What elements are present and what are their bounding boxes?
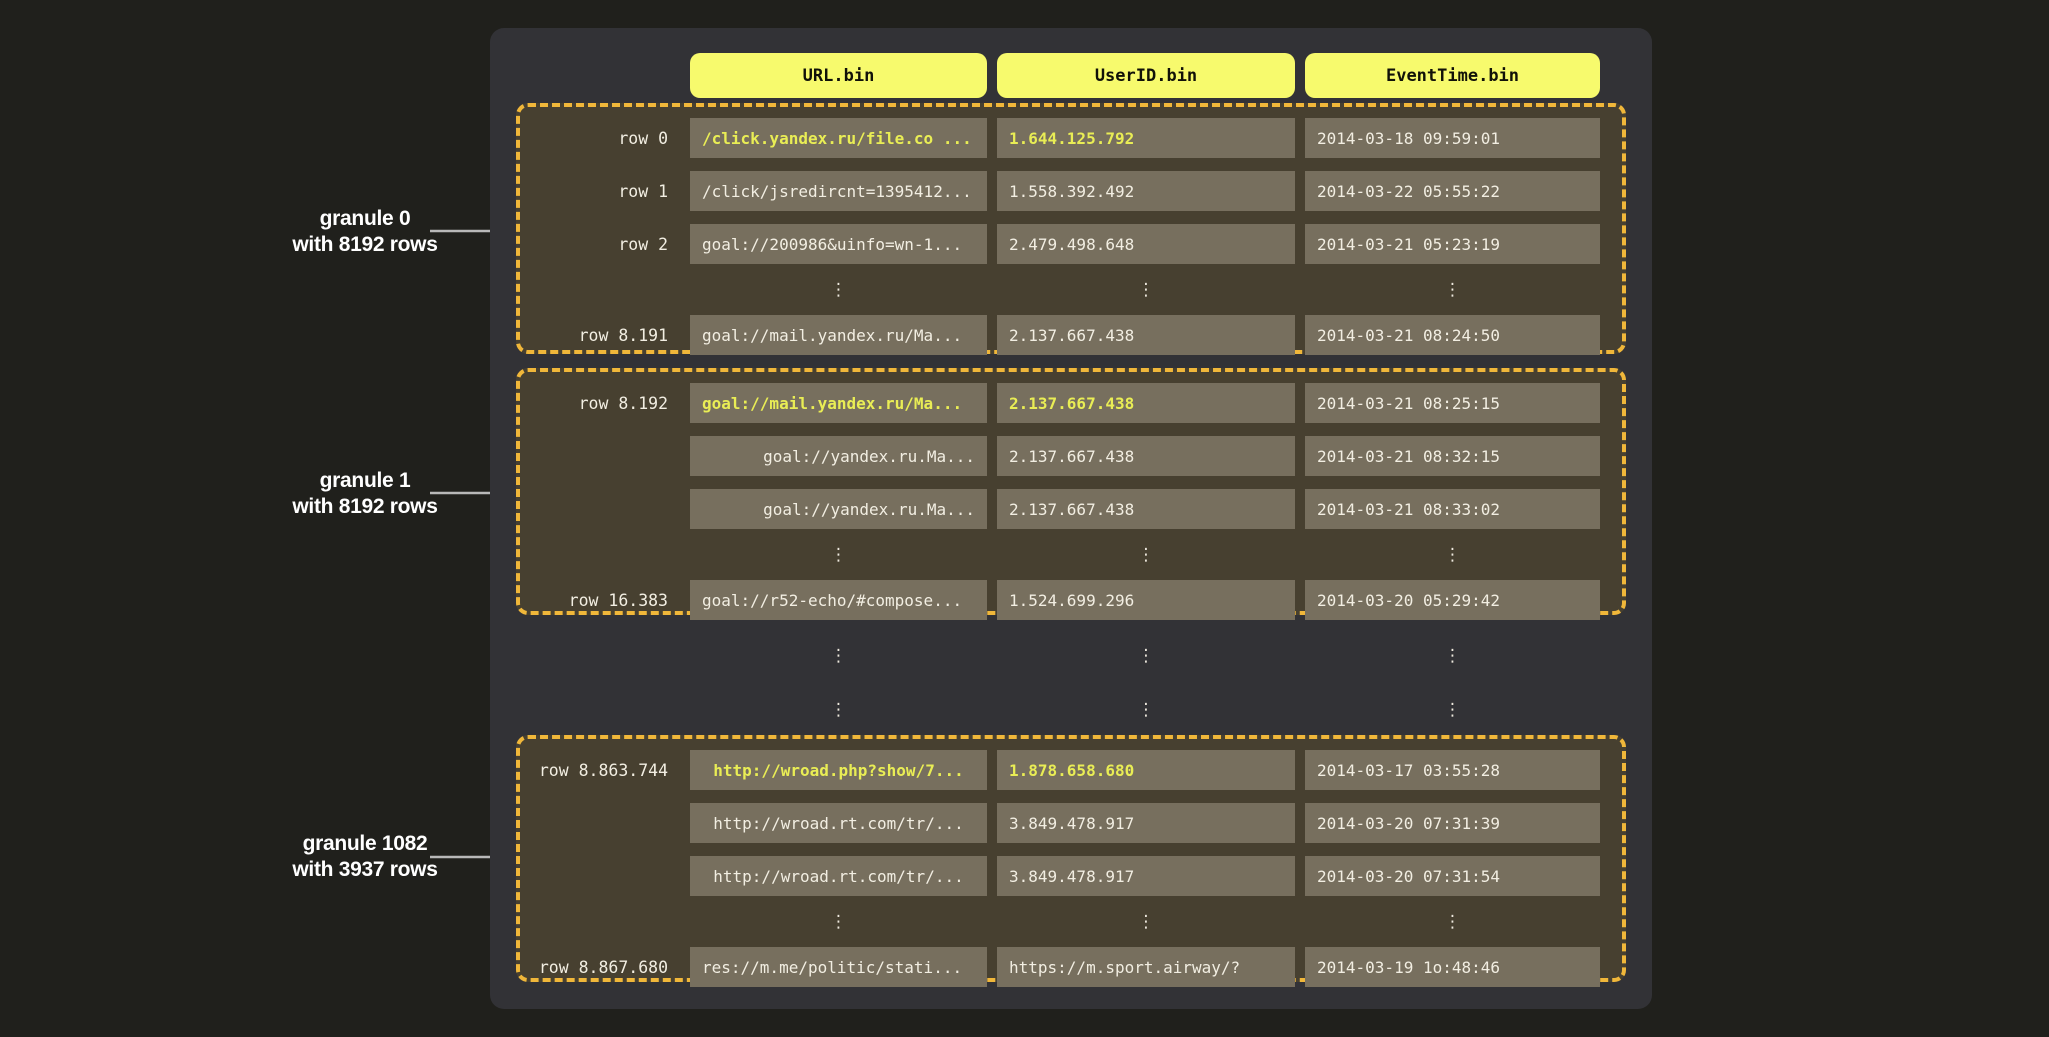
granule-ellipsis-row: ⋮ ⋮ ⋮ [520,542,1622,567]
cell-value: 2014-03-21 08:32:15 [1305,436,1600,476]
vertical-ellipsis-icon: ⋮ [1126,542,1166,567]
cell-value: goal://mail.yandex.ru/Ma... [690,383,987,423]
cell-value: 2.137.667.438 [997,383,1295,423]
cell-value: /click/jsredircnt=1395412... [690,171,987,211]
between-granules-gap: ⋮ ⋮ ⋮ ⋮ ⋮ ⋮ [490,615,1652,735]
cell-value: 1.558.392.492 [997,171,1295,211]
column-header-userid-bin: UserID.bin [997,53,1295,98]
table-row: goal://yandex.ru.Ma...2.137.667.4382014-… [520,436,1622,476]
vertical-ellipsis-icon: ⋮ [1126,909,1166,934]
vertical-ellipsis-icon: ⋮ [819,643,859,668]
granule-box-1: row 8.192goal://mail.yandex.ru/Ma...2.13… [516,368,1626,615]
table-row: row 16.383 goal://r52-echo/#compose...1.5… [520,580,1622,620]
vertical-ellipsis-icon: ⋮ [1433,542,1473,567]
column-header-label: URL.bin [803,66,875,86]
vertical-ellipsis-icon: ⋮ [1126,643,1166,668]
cell-value: 2014-03-21 05:23:19 [1305,224,1600,264]
cell-value: res://m.me/politic/stati... [690,947,987,987]
cell-value: goal://mail.yandex.ru/Ma... [690,315,987,355]
row-index-label: row 8.863.744 [520,750,668,790]
table-row: goal://yandex.ru.Ma...2.137.667.4382014-… [520,489,1622,529]
row-index-label [520,436,668,476]
table-row: http://wroad.rt.com/tr/...3.849.478.9172… [520,803,1622,843]
vertical-ellipsis-icon: ⋮ [819,542,859,567]
cell-value: goal://200986&uinfo=wn-1... [690,224,987,264]
vertical-ellipsis-icon: ⋮ [1126,697,1166,722]
cell-value: 3.849.478.917 [997,803,1295,843]
cell-value: 3.849.478.917 [997,856,1295,896]
vertical-ellipsis-icon: ⋮ [1433,277,1473,302]
vertical-ellipsis-icon: ⋮ [819,909,859,934]
cell-value: goal://r52-echo/#compose... [690,580,987,620]
cell-value: 2014-03-22 05:55:22 [1305,171,1600,211]
cell-value: 2.137.667.438 [997,315,1295,355]
table-row: row 8.867.680 res://m.me/politic/stati...… [520,947,1622,987]
vertical-ellipsis-icon: ⋮ [1433,909,1473,934]
row-index-label: row 8.867.680 [520,947,668,987]
row-index-label: row 1 [520,171,668,211]
cell-value: 1.878.658.680 [997,750,1295,790]
row-index-label [520,489,668,529]
cell-value: goal://yandex.ru.Ma... [690,489,987,529]
cell-value: http://wroad.php?show/7... [690,750,987,790]
vertical-ellipsis-icon: ⋮ [819,697,859,722]
table-row: row 8.191 goal://mail.yandex.ru/Ma...2.13… [520,315,1622,355]
row-index-label [520,856,668,896]
row-index-label: row 2 [520,224,668,264]
table-row: row 8.192 goal://mail.yandex.ru/Ma...2.13… [520,383,1622,423]
cell-value: 2014-03-21 08:25:15 [1305,383,1600,423]
cell-value: 2014-03-20 07:31:39 [1305,803,1600,843]
cell-value: 2014-03-17 03:55:28 [1305,750,1600,790]
granule-box-0: row 0/click.yandex.ru/file.co ...1.644.1… [516,103,1626,354]
vertical-ellipsis-icon: ⋮ [1433,697,1473,722]
granules-diagram: granule 0with 8192 rowsgranule 1with 819… [0,0,2049,1037]
row-index-label: row 0 [520,118,668,158]
row-index-label: row 8.191 [520,315,668,355]
cell-value: http://wroad.rt.com/tr/... [690,803,987,843]
table-row: row 8.863.744 http://wroad.php?show/7...1… [520,750,1622,790]
cell-value: 2014-03-20 05:29:42 [1305,580,1600,620]
column-files-panel: URL.bin UserID.bin EventTime.bin row 0/clic… [490,28,1652,1009]
cell-value: http://wroad.rt.com/tr/... [690,856,987,896]
column-header-label: UserID.bin [1095,66,1197,86]
cell-value: 1.644.125.792 [997,118,1295,158]
granule-ellipsis-row: ⋮ ⋮ ⋮ [520,277,1622,302]
table-row: http://wroad.rt.com/tr/...3.849.478.9172… [520,856,1622,896]
cell-value: 2014-03-19 1o:48:46 [1305,947,1600,987]
column-header-label: EventTime.bin [1386,66,1519,86]
row-index-label: row 16.383 [520,580,668,620]
column-header-url-bin: URL.bin [690,53,987,98]
granule-box-2: row 8.863.744 http://wroad.php?show/7...1… [516,735,1626,982]
cell-value: 2014-03-21 08:24:50 [1305,315,1600,355]
cell-value: 2.137.667.438 [997,436,1295,476]
table-row: row 0/click.yandex.ru/file.co ...1.644.1… [520,118,1622,158]
table-row: row 1/click/jsredircnt=1395412...1.558.3… [520,171,1622,211]
cell-value: 1.524.699.296 [997,580,1295,620]
vertical-ellipsis-icon: ⋮ [1126,277,1166,302]
cell-value: 2014-03-20 07:31:54 [1305,856,1600,896]
cell-value: 2014-03-18 09:59:01 [1305,118,1600,158]
cell-value: 2014-03-21 08:33:02 [1305,489,1600,529]
cell-value: 2.479.498.648 [997,224,1295,264]
table-row: row 2 goal://200986&uinfo=wn-1...2.479.49… [520,224,1622,264]
row-index-label: row 8.192 [520,383,668,423]
vertical-ellipsis-icon: ⋮ [819,277,859,302]
cell-value: /click.yandex.ru/file.co ... [690,118,987,158]
granule-ellipsis-row: ⋮ ⋮ ⋮ [520,909,1622,934]
row-index-label [520,803,668,843]
cell-value: 2.137.667.438 [997,489,1295,529]
vertical-ellipsis-icon: ⋮ [1433,643,1473,668]
cell-value: https://m.sport.airway/? [997,947,1295,987]
column-header-eventtime-bin: EventTime.bin [1305,53,1600,98]
cell-value: goal://yandex.ru.Ma... [690,436,987,476]
